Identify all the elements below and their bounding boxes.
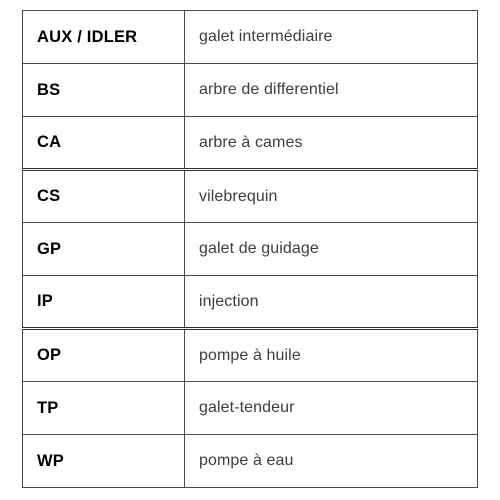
abbreviation-glossary-table: AUX / IDLER galet intermédiaire BS arbre de… [22,10,478,488]
table-body: AUX / IDLER galet intermédiaire BS arbre de… [22,10,478,488]
term-cell: pompe à eau [184,434,478,488]
term-cell: galet-tendeur [184,381,478,435]
term-cell: galet de guidage [184,222,478,276]
table-row: CS vilebrequin [22,168,478,223]
abbreviation-cell: OP [22,327,185,382]
table-row: AUX / IDLER galet intermédiaire [22,10,478,64]
term-cell: pompe à huile [184,327,478,382]
table-row: CA arbre à cames [22,116,478,170]
table-row: TP galet-tendeur [22,381,478,435]
page-canvas: AUX / IDLER galet intermédiaire BS arbre de… [0,0,500,500]
abbreviation-cell: GP [22,222,185,276]
abbreviation-cell: IP [22,275,185,329]
abbreviation-cell: BS [22,63,185,117]
abbreviation-cell: TP [22,381,185,435]
table-row: BS arbre de differentiel [22,63,478,117]
abbreviation-cell: CS [22,168,185,223]
table-row: IP injection [22,275,478,329]
term-cell: injection [184,275,478,329]
table-row: OP pompe à huile [22,327,478,382]
term-cell: arbre à cames [184,116,478,170]
abbreviation-cell: CA [22,116,185,170]
abbreviation-cell: AUX / IDLER [22,10,185,64]
table-row: GP galet de guidage [22,222,478,276]
term-cell: galet intermédiaire [184,10,478,64]
abbreviation-cell: WP [22,434,185,488]
term-cell: arbre de differentiel [184,63,478,117]
term-cell: vilebrequin [184,168,478,223]
table-row: WP pompe à eau [22,434,478,488]
